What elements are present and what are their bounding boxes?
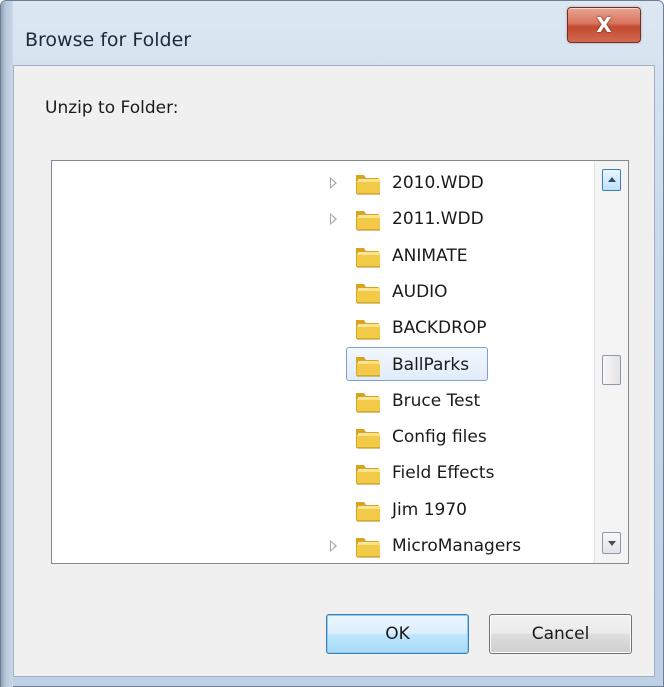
tree-item[interactable]: AUDIO [52,274,592,310]
tree-item[interactable]: Config files [52,419,592,455]
vertical-scrollbar[interactable] [594,161,628,563]
window-frame-edge [1,1,13,687]
tree-item[interactable]: Bruce Test [52,383,592,419]
folder-icon [354,169,382,197]
prompt-label: Unzip to Folder: [45,98,179,118]
tree-item-label: MicroManagers [392,536,522,556]
folder-icon [354,459,382,487]
expand-arrow-icon[interactable] [330,540,337,552]
window-title: Browse for Folder [25,29,192,51]
scroll-up-button[interactable] [602,169,621,191]
folder-icon [354,242,382,270]
dialog-client-area: Unzip to Folder: 2010.WDD 2011.WDD ANIMATE… [13,65,655,677]
tree-item-label: Bruce Test [392,390,481,411]
close-icon: X [596,13,612,37]
tree-item-label: BACKDROP [392,318,487,339]
chevron-down-icon [608,541,616,546]
tree-item[interactable]: ANIMATE [52,238,592,274]
tree-item[interactable]: Field Effects [52,455,592,491]
tree-item[interactable]: MicroManagers [52,528,592,563]
cancel-button[interactable]: Cancel [489,614,632,654]
expand-arrow-icon[interactable] [330,177,337,189]
close-button[interactable]: X [567,7,641,43]
folder-icon [354,532,382,560]
tree-item-label: AUDIO [392,281,448,302]
folder-icon [354,278,382,306]
tree-item[interactable]: BACKDROP [52,310,592,346]
ok-button[interactable]: OK [326,614,469,654]
folder-icon [354,351,382,379]
dialog-window: Browse for Folder X Unzip to Folder: 201… [0,0,664,687]
folder-icon [354,314,382,342]
tree-item-label: Config files [392,427,487,448]
folder-tree[interactable]: 2010.WDD 2011.WDD ANIMATE AUDIO BACKDROP Ball… [51,160,629,564]
folder-icon [354,496,382,524]
scroll-thumb[interactable] [602,355,621,385]
tree-item[interactable]: 2011.WDD [52,201,592,237]
tree-item[interactable]: 2010.WDD [52,165,592,201]
tree-item-label: Jim 1970 [392,499,467,520]
folder-icon [354,423,382,451]
tree-item-label: 2011.WDD [392,209,484,230]
scroll-down-button[interactable] [602,532,621,554]
tree-item[interactable]: BallParks [52,346,592,383]
tree-item-label: BallParks [392,354,470,375]
expand-arrow-icon[interactable] [330,213,337,226]
tree-item-label: 2010.WDD [392,173,484,193]
tree-item-label: ANIMATE [392,245,468,266]
chevron-up-icon [608,177,616,182]
folder-icon [354,387,382,415]
folder-icon [354,205,382,233]
tree-item-label: Field Effects [392,463,495,484]
tree-item[interactable]: Jim 1970 [52,492,592,528]
